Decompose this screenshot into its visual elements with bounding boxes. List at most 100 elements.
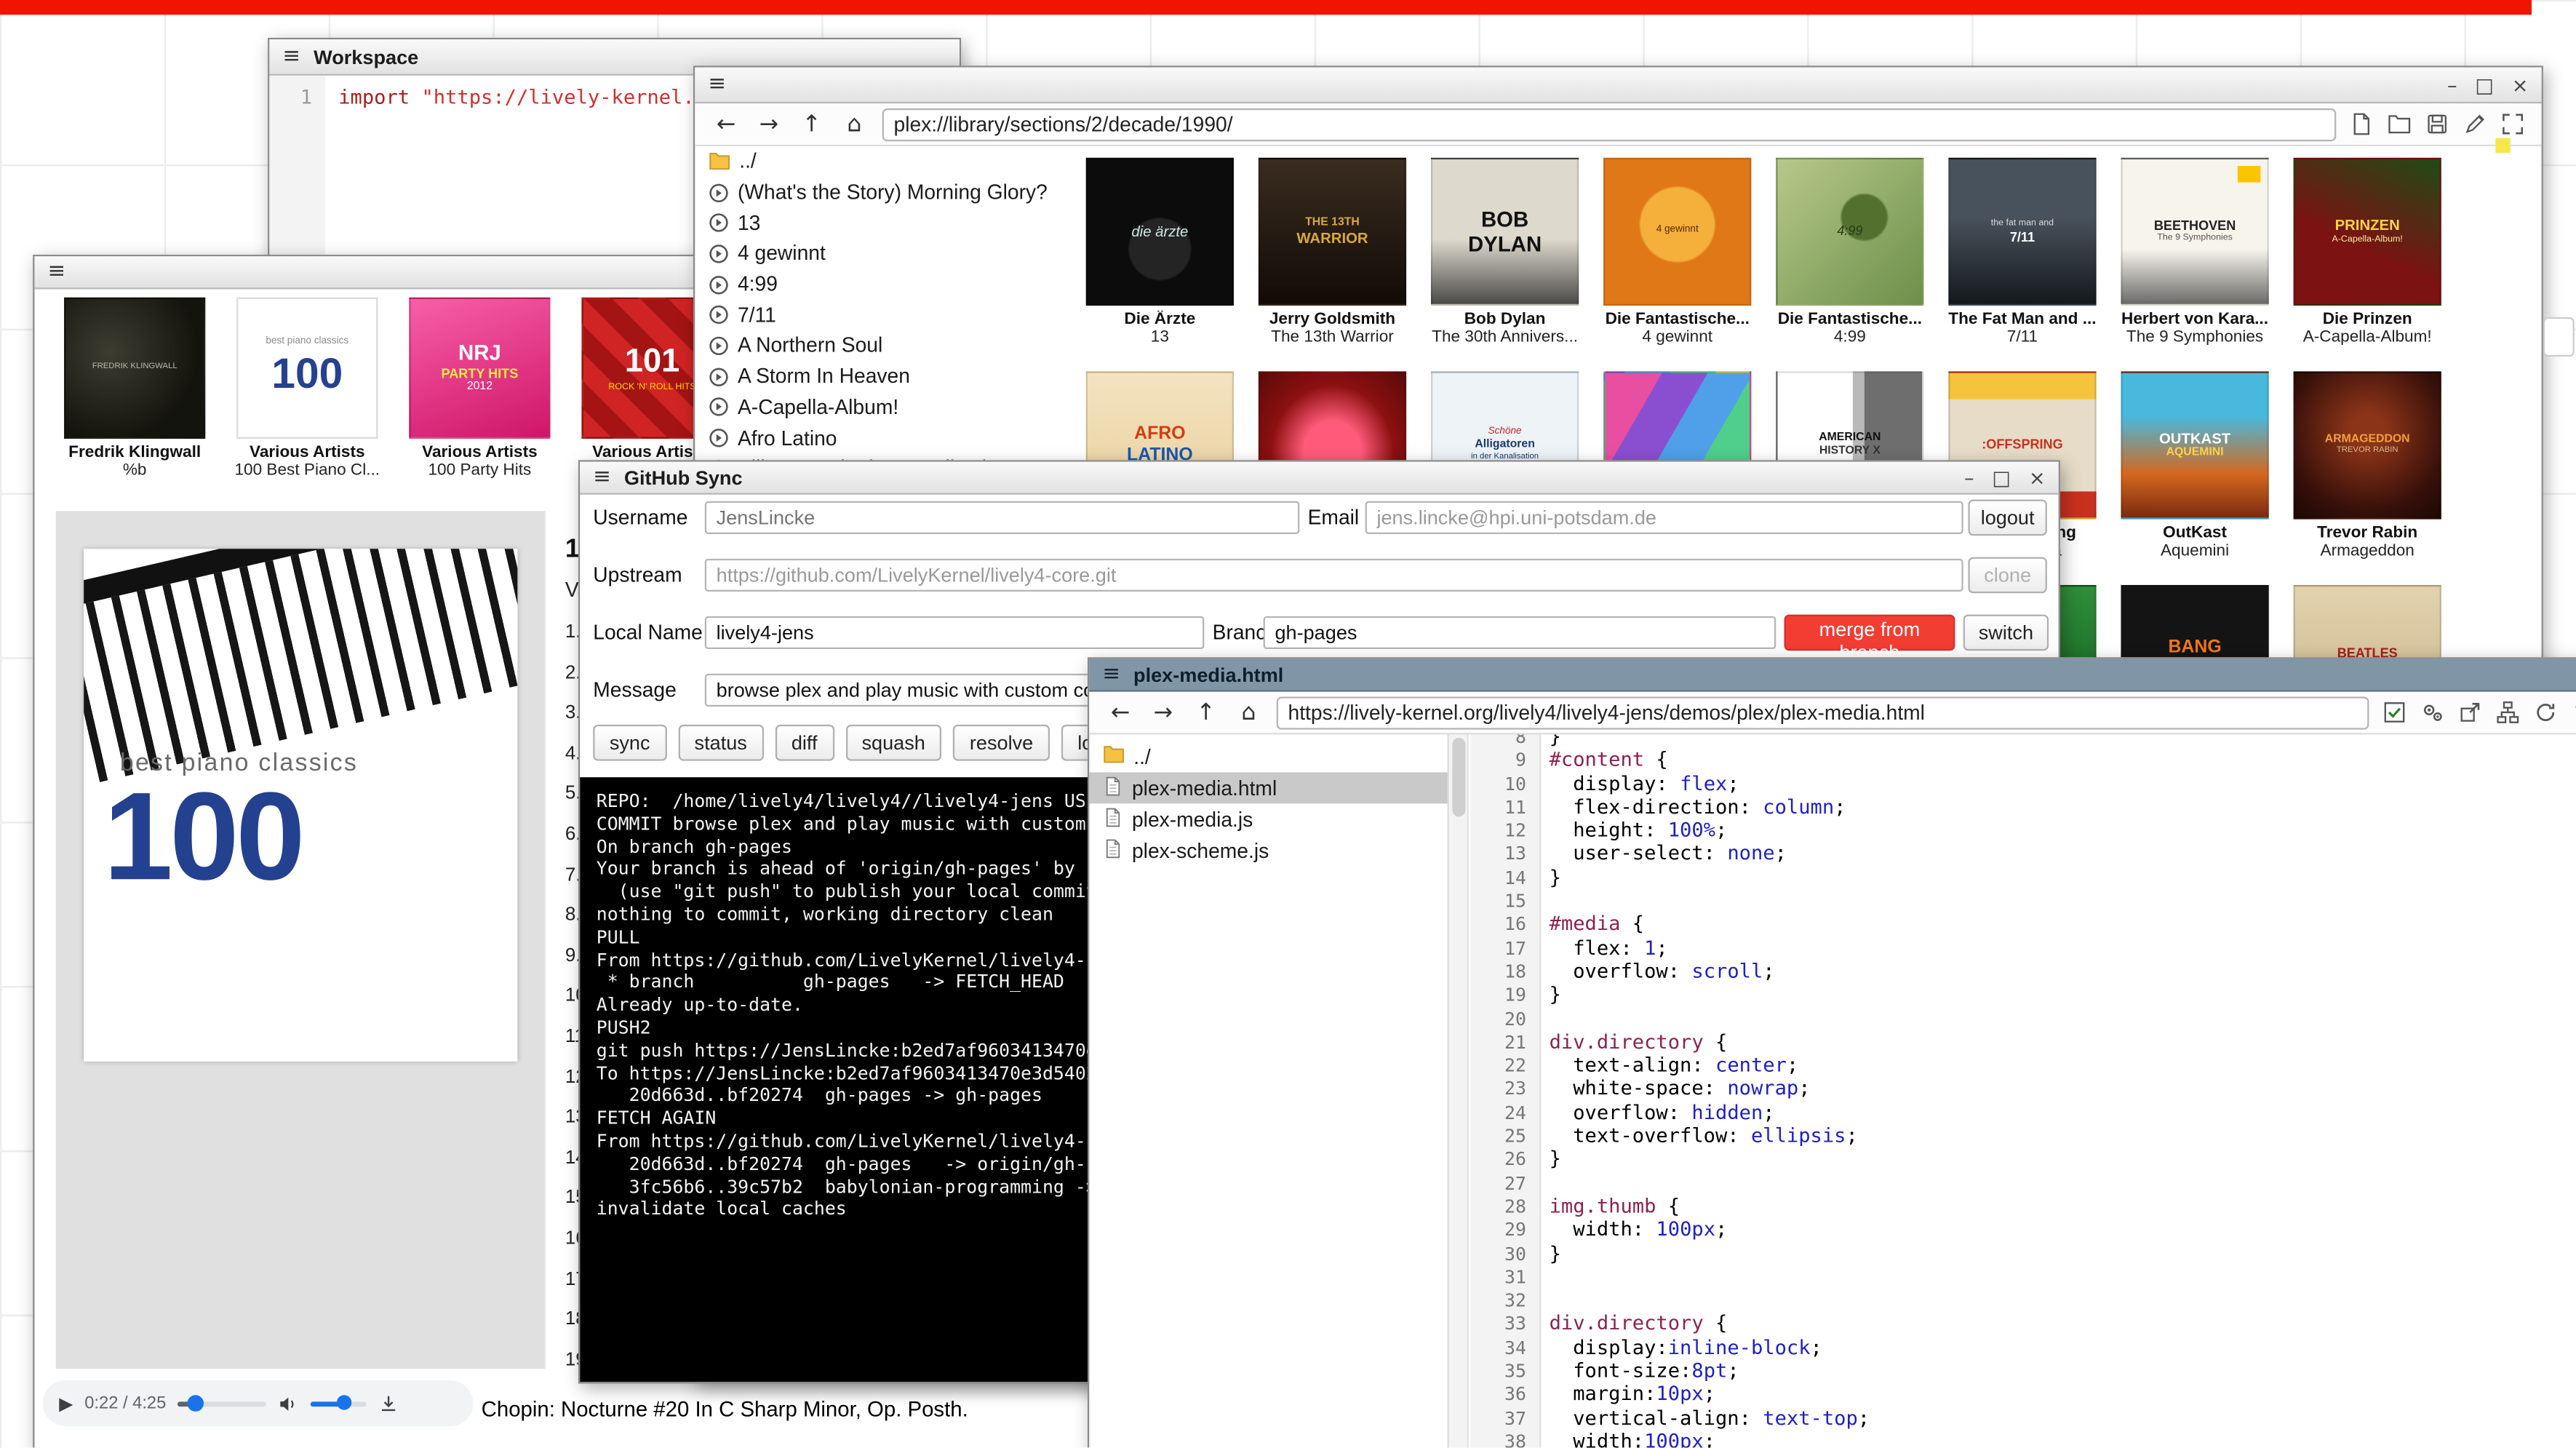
menu-icon[interactable]: ≡	[282, 44, 300, 69]
close-icon[interactable]: ×	[2512, 73, 2529, 96]
file-item[interactable]: plex-scheme.js	[1089, 835, 1447, 866]
plex-directory-item[interactable]: A Northern Soul	[695, 330, 1077, 361]
cover-art-text: AFRO	[1134, 424, 1185, 445]
plex-parent-dir-item[interactable]: ../	[695, 146, 1077, 177]
album-cell[interactable]: NRJPARTY HITS2012Various Artists100 Part…	[401, 298, 559, 480]
line-number: 26	[1470, 1149, 1549, 1170]
cover-art-text: A-Capella-Album!	[2332, 235, 2403, 246]
trash-icon[interactable]	[2571, 700, 2576, 725]
github-resolve-button[interactable]: resolve	[953, 725, 1050, 761]
plex-directory-item[interactable]: 4:99	[695, 269, 1077, 300]
home-icon[interactable]: ⌂	[1234, 699, 1264, 725]
code-editor[interactable]: 8}9#content {10 display: flex;11 flex-di…	[1470, 734, 2576, 1447]
github-squash-button[interactable]: squash	[845, 725, 942, 761]
upstream-input[interactable]	[705, 559, 1963, 592]
download-icon[interactable]	[378, 1393, 399, 1414]
up-icon[interactable]: ↑	[797, 111, 826, 137]
album-cell[interactable]: PRINZENA-Capella-Album!Die PrinzenA-Cape…	[2285, 158, 2449, 347]
clone-button[interactable]: clone	[1968, 557, 2046, 594]
scrollbar-thumb[interactable]	[1452, 738, 1465, 816]
album-cover-art: THE 13THWARRIOR	[1259, 158, 1406, 306]
line-number: 20	[1470, 1009, 1549, 1030]
maximize-icon[interactable]: □	[1992, 466, 2011, 489]
minimize-icon[interactable]: –	[2447, 73, 2457, 96]
seek-slider[interactable]	[178, 1401, 266, 1406]
url-input[interactable]	[1277, 696, 2369, 728]
home-icon[interactable]: ⌂	[840, 111, 869, 137]
cover-art-text: WARRIOR	[1296, 230, 1368, 247]
gears-icon[interactable]	[2420, 700, 2444, 725]
album-cell[interactable]: die ärzteDie Ärzte13	[1077, 158, 1242, 347]
plex-directory-item[interactable]: (What's the Story) Morning Glory?	[695, 177, 1077, 207]
seek-handle[interactable]	[187, 1395, 204, 1412]
album-cell[interactable]: THE 13THWARRIORJerry GoldsmithThe 13th W…	[1251, 158, 1415, 347]
fullscreen-icon[interactable]	[2500, 112, 2525, 137]
refresh-icon[interactable]	[2533, 700, 2558, 725]
plex-directory-item[interactable]: A-Capella-Album!	[695, 392, 1077, 423]
switch-button[interactable]: switch	[1963, 615, 2049, 651]
menu-icon[interactable]: ≡	[708, 72, 726, 97]
folder-icon[interactable]	[2387, 112, 2412, 137]
branch-input[interactable]	[1264, 616, 1777, 649]
back-icon[interactable]: ←	[1106, 699, 1136, 725]
username-input[interactable]	[705, 501, 1300, 534]
save-icon[interactable]	[2425, 112, 2449, 137]
plex-directory-item[interactable]: 7/11	[695, 300, 1077, 330]
file-list-scrollbar[interactable]	[1448, 734, 1469, 1447]
line-number: 35	[1470, 1361, 1549, 1382]
back-icon[interactable]: ←	[711, 111, 741, 137]
sitemap-icon[interactable]	[2495, 700, 2520, 725]
external-link-icon[interactable]	[2457, 700, 2482, 725]
line-number: 22	[1470, 1055, 1549, 1076]
local-name-input[interactable]	[705, 616, 1205, 649]
check-square-icon[interactable]	[2382, 700, 2407, 725]
album-cell[interactable]: 4:99Die Fantastische...4:99	[1768, 158, 1932, 347]
up-icon[interactable]: ↑	[1191, 699, 1221, 725]
volume-icon[interactable]	[278, 1393, 299, 1414]
audio-player[interactable]: ▶ 0:22 / 4:25	[43, 1380, 474, 1426]
maximize-icon[interactable]: □	[2475, 73, 2494, 96]
close-icon[interactable]: ×	[2029, 466, 2046, 489]
github-sync-button[interactable]: sync	[593, 725, 666, 761]
album-cell[interactable]: OUTKASTAQUEMINIOutKastAquemini	[2113, 371, 2277, 560]
plex-directory-item[interactable]: 4 gewinnt	[695, 239, 1077, 269]
code-text: display:inline-block;	[1550, 1335, 1822, 1359]
edit-icon[interactable]	[2463, 112, 2487, 137]
new-file-icon[interactable]	[2349, 112, 2374, 137]
top-red-bar	[0, 0, 2532, 15]
menu-icon[interactable]: ≡	[1102, 662, 1120, 687]
file-item[interactable]: plex-media.js	[1089, 803, 1447, 835]
email-input[interactable]	[1365, 501, 1963, 534]
play-button[interactable]: ▶	[59, 1393, 73, 1414]
volume-slider[interactable]	[311, 1401, 367, 1406]
album-cell[interactable]: 4 gewinntDie Fantastische...4 gewinnt	[1595, 158, 1760, 347]
forward-icon[interactable]: →	[754, 111, 784, 137]
url-input[interactable]	[882, 108, 2337, 140]
plex-titlebar[interactable]: ≡ – □ ×	[695, 68, 2541, 104]
parent-dir-item[interactable]: ../	[1089, 741, 1447, 772]
volume-handle[interactable]	[338, 1395, 352, 1409]
album-cell[interactable]: BOBDYLANBob DylanThe 30th Annivers...	[1423, 158, 1587, 347]
album-cell[interactable]: best piano classics100Various Artists100…	[228, 298, 386, 480]
minimize-icon[interactable]: –	[1964, 466, 1974, 489]
file-item[interactable]: plex-media.html	[1089, 772, 1447, 803]
github-titlebar[interactable]: ≡ GitHub Sync – □ ×	[580, 462, 2058, 495]
scrollbar-thumb[interactable]	[2543, 317, 2575, 357]
github-status-button[interactable]: status	[678, 725, 763, 761]
plex-directory-item[interactable]: A Storm In Heaven	[695, 361, 1077, 391]
album-artist-label: Jerry Goldsmith	[1251, 311, 1415, 329]
forward-icon[interactable]: →	[1149, 699, 1179, 725]
logout-button[interactable]: logout	[1968, 500, 2046, 536]
merge-from-branch-button[interactable]: merge from branch	[1785, 615, 1955, 651]
circle-arrow-icon	[708, 182, 729, 203]
album-cell[interactable]: the fat man and7/11The Fat Man and ...7/…	[1940, 158, 2105, 347]
album-cell[interactable]: BEETHOVENThe 9 SymphoniesHerbert von Kar…	[2113, 158, 2277, 347]
album-cell[interactable]: ARMAGEDDONTREVOR RABINTrevor RabinArmage…	[2285, 371, 2449, 560]
menu-icon[interactable]: ≡	[47, 260, 65, 285]
github-diff-button[interactable]: diff	[775, 725, 834, 761]
plex-directory-item[interactable]: Afro Latino	[695, 423, 1077, 453]
plex-directory-item[interactable]: 13	[695, 207, 1077, 238]
menu-icon[interactable]: ≡	[593, 465, 611, 490]
album-cell[interactable]: FREDRIK KLINGWALLFredrik Klingwall%b	[56, 298, 214, 480]
plexmedia-titlebar[interactable]: ≡ plex-media.html	[1089, 659, 2576, 692]
